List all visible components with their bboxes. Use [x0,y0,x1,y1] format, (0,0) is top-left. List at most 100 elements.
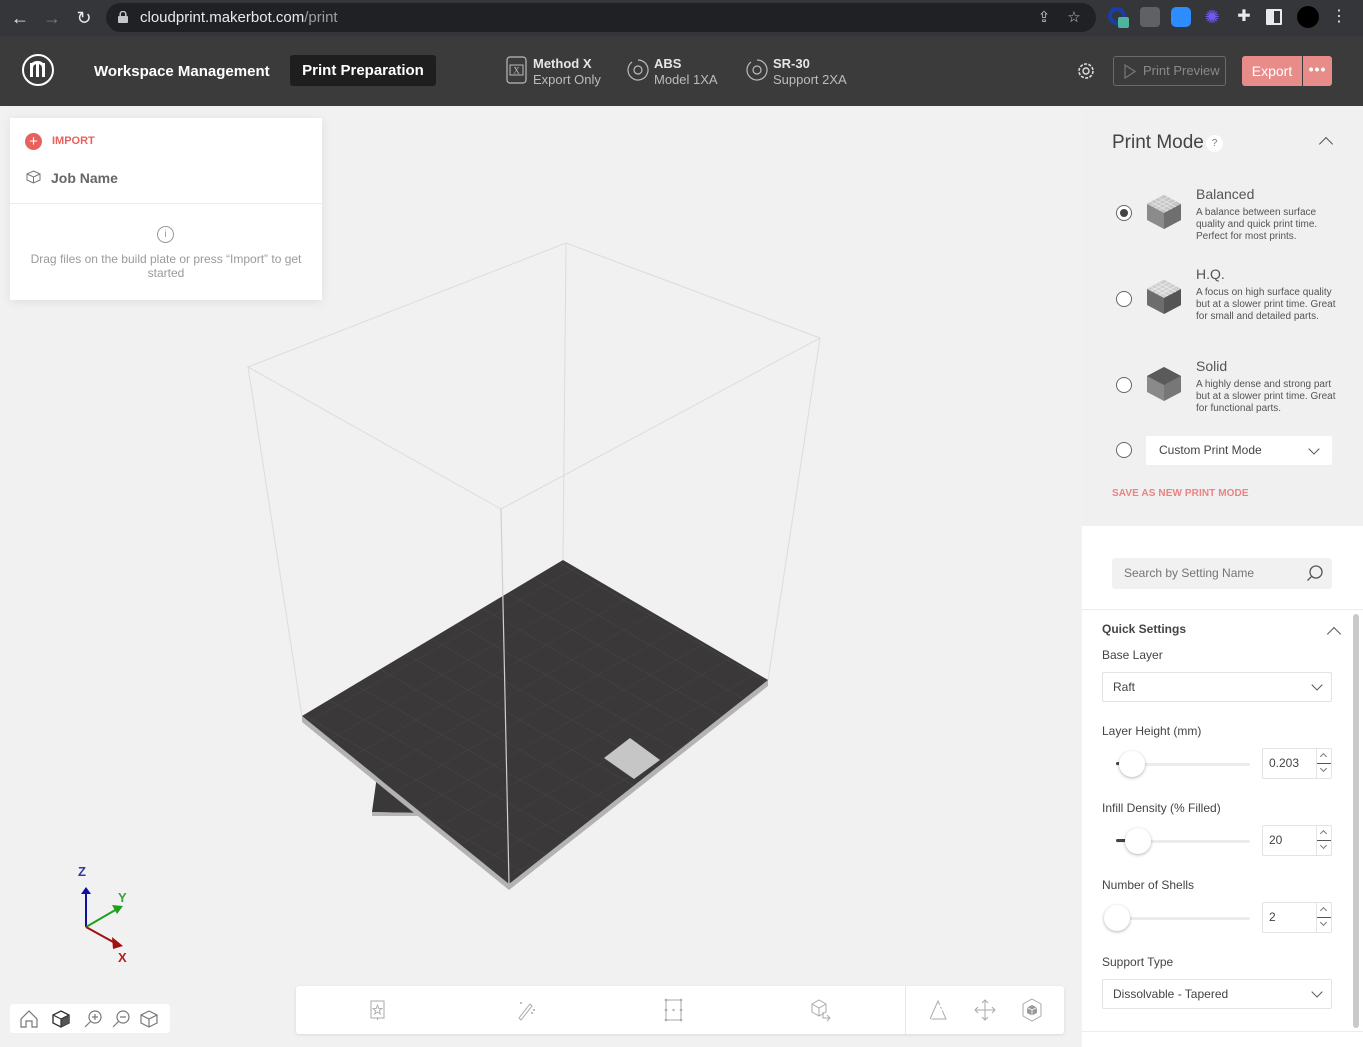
support-type-select[interactable]: Dissolvable - Tapered [1102,979,1332,1009]
makerbot-logo-icon[interactable] [22,54,54,86]
support-type-value: Dissolvable - Tapered [1113,987,1229,1001]
orient-icon[interactable] [810,998,834,1022]
reload-icon[interactable]: ↻ [72,6,96,30]
bookmark-star-icon[interactable]: ☆ [1064,8,1084,28]
shells-stepper[interactable] [1316,903,1331,932]
zoom-in-icon[interactable] [82,1008,104,1030]
extensions-puzzle-icon[interactable]: ✚ [1234,7,1254,27]
radio-solid[interactable] [1116,377,1132,393]
mode-desc: A highly dense and strong part but at a … [1196,379,1336,414]
infill-stepper[interactable] [1316,826,1331,855]
printer-icon: X [506,56,527,84]
menu-kebab-icon[interactable]: ⋮ [1331,7,1347,27]
play-icon [1124,64,1136,79]
settings-gear-icon[interactable] [1076,61,1096,81]
export-more-button[interactable]: ••• [1303,56,1332,86]
search-icon[interactable] [1306,564,1324,582]
spool-icon [746,59,768,81]
extension-overlay-icon[interactable] [1140,7,1160,27]
layer-height-stepper[interactable] [1316,749,1331,778]
view-controls [10,1004,170,1033]
base-layer-value: Raft [1113,680,1136,694]
mode-desc: A balance between surface quality and qu… [1196,207,1318,242]
model-extruder: Model 1XA [654,72,718,87]
chevron-down-icon [1319,764,1328,773]
support-type-label: Support Type [1102,955,1174,969]
spool-icon [627,59,649,81]
base-layer-select[interactable]: Raft [1102,672,1332,702]
iso-view-icon[interactable] [50,1008,72,1030]
lock-icon [118,11,128,23]
wireframe-cube-icon[interactable] [138,1008,160,1030]
radio-custom[interactable] [1116,442,1132,458]
axis-gizmo: Z Y X [78,864,127,965]
chevron-down-icon [1319,841,1328,850]
chevron-up-icon [1319,752,1328,761]
extension-badge-alert [1118,17,1129,28]
print-preview-label: Print Preview [1143,63,1220,78]
chevron-down-icon [1319,918,1328,927]
slider-thumb[interactable] [1104,905,1130,931]
chevron-down-icon [1308,443,1320,455]
magic-wand-icon[interactable] [514,998,538,1022]
search-settings-input[interactable] [1112,558,1332,589]
profile-avatar[interactable] [1297,6,1319,28]
layer-height-value: 0.203 [1269,756,1300,770]
layer-height-input[interactable]: 0.203 [1262,748,1332,779]
infill-slider[interactable] [1116,828,1250,854]
layer-height-slider[interactable] [1116,751,1250,777]
arrange-icon[interactable] [366,998,390,1022]
quick-settings-title: Quick Settings [1102,622,1187,636]
infill-input[interactable]: 20 [1262,825,1332,856]
printer-mode: Export Only [533,72,601,87]
print-mode-title: Print Mode [1112,132,1204,153]
balanced-cube-icon [1147,195,1181,229]
job-name-label: Job Name [51,170,118,186]
empty-hint: Drag files on the build plate or press “… [30,252,302,280]
divider [1082,1031,1363,1032]
collapse-print-mode-icon[interactable] [1318,136,1334,152]
settings-scrollbar[interactable] [1353,614,1359,1028]
mode-desc: A focus on high surface quality but at a… [1196,287,1336,322]
move-icon[interactable] [973,998,997,1022]
radio-balanced[interactable] [1116,205,1132,221]
help-icon[interactable]: ? [1206,135,1223,152]
axis-x-label: X [118,950,127,965]
scale-icon[interactable] [662,998,686,1022]
slider-thumb[interactable] [1124,828,1151,854]
chevron-up-icon [1319,829,1328,838]
address-bar[interactable]: cloudprint.makerbot.com/print ⇪ ☆ [106,3,1096,32]
shells-label: Number of Shells [1102,878,1195,892]
zoom-extension-icon[interactable] [1171,7,1191,27]
slider-thumb[interactable] [1119,751,1146,777]
home-view-icon[interactable] [18,1008,40,1030]
back-arrow-icon[interactable]: ← [8,6,32,30]
shells-slider[interactable] [1104,905,1250,931]
forward-arrow-icon[interactable]: → [40,6,64,30]
custom-print-mode-select[interactable]: Custom Print Mode [1146,436,1332,465]
triangle-icon[interactable] [926,998,950,1022]
sun-extension-icon[interactable]: ✺ [1202,7,1222,27]
info-icon: i [157,226,174,243]
svg-text:X: X [513,66,520,76]
collapse-quick-settings-icon[interactable] [1326,626,1342,642]
nav-workspace-management[interactable]: Workspace Management [94,63,270,80]
export-button[interactable]: Export [1242,56,1302,86]
zoom-out-icon[interactable] [110,1008,132,1030]
save-as-new-print-mode-link[interactable]: SAVE AS NEW PRINT MODE [1112,488,1249,499]
shells-input[interactable]: 2 [1262,902,1332,933]
share-icon[interactable]: ⇪ [1034,8,1054,28]
side-panel-icon[interactable] [1266,9,1282,25]
mode-name: H.Q. [1196,266,1225,282]
nav-print-preparation[interactable]: Print Preparation [290,55,436,86]
toolbar-divider [905,986,906,1034]
mode-name: Solid [1196,358,1228,374]
radio-hq[interactable] [1116,291,1132,307]
divider [10,203,322,204]
support-material-name: SR-30 [773,56,810,71]
axis-y-label: Y [118,890,127,905]
cube-hex-icon[interactable] [1020,998,1044,1022]
chevron-down-icon [1311,986,1323,998]
chevron-up-icon [1319,906,1328,915]
print-preview-button[interactable]: Print Preview [1113,56,1226,86]
